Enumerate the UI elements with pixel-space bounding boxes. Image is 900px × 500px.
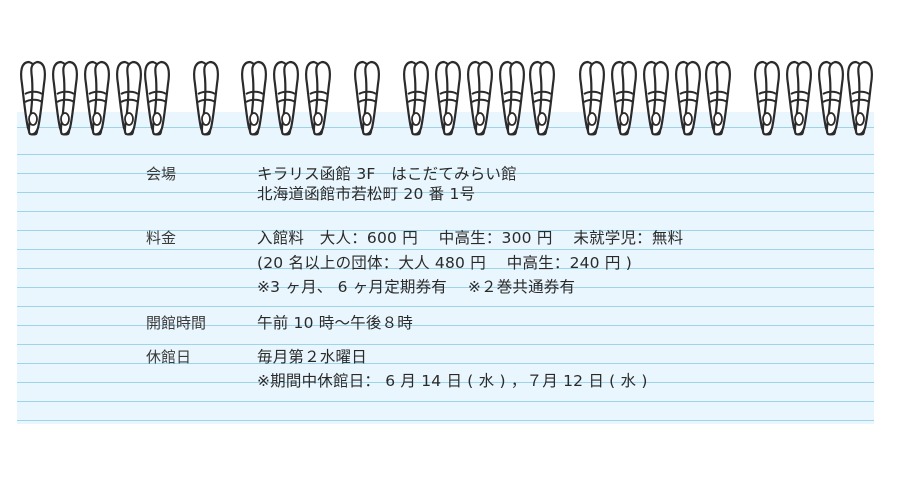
binding-ring bbox=[305, 60, 331, 136]
binding-ring bbox=[705, 60, 731, 136]
info-value: 午前 10 時〜午後８時 bbox=[257, 313, 413, 333]
venue-name: キラリス函館 3F はこだてみらい館 bbox=[257, 165, 517, 183]
binding-ring bbox=[529, 60, 555, 136]
binding-ring bbox=[84, 60, 110, 136]
binding-ring bbox=[611, 60, 637, 136]
info-value: キラリス函館 3F はこだてみらい館 北海道函館市若松町 20 番 1号 bbox=[257, 164, 517, 204]
closed-line: ※期間中休館日： 6 月 14 日 ( 水 ) ，７月 12 日 ( 水 ) bbox=[257, 372, 648, 390]
info-value: 毎月第２水曜日 ※期間中休館日： 6 月 14 日 ( 水 ) ，７月 12 日… bbox=[257, 347, 648, 391]
fee-line: ※3 ヶ月、 6 ヶ月定期券有 ※２巻共通券有 bbox=[257, 278, 576, 296]
binding-ring bbox=[52, 60, 78, 136]
binding-ring bbox=[579, 60, 605, 136]
closed-line: 毎月第２水曜日 bbox=[257, 348, 367, 366]
binding-ring bbox=[273, 60, 299, 136]
binding-ring bbox=[467, 60, 493, 136]
fee-line: (20 名以上の団体：大人 480 円 中高生：240 円 ) bbox=[257, 254, 632, 272]
hours-line: 午前 10 時〜午後８時 bbox=[257, 314, 413, 332]
binding-ring bbox=[116, 60, 142, 136]
info-label: 料金 bbox=[146, 229, 177, 247]
binding-ring bbox=[847, 60, 873, 136]
info-value: 入館料 大人：600 円 中高生：300 円 未就学児：無料 (20 名以上の団… bbox=[257, 228, 683, 297]
binding-ring bbox=[643, 60, 669, 136]
binding-ring bbox=[241, 60, 267, 136]
fee-line: 入館料 大人：600 円 中高生：300 円 未就学児：無料 bbox=[257, 229, 684, 247]
info-label: 会場 bbox=[146, 165, 177, 183]
binding-ring bbox=[818, 60, 844, 136]
binding-ring bbox=[20, 60, 46, 136]
binding-ring bbox=[403, 60, 429, 136]
binding-ring bbox=[354, 60, 380, 136]
info-label: 開館時間 bbox=[146, 314, 207, 332]
binding-ring bbox=[435, 60, 461, 136]
binding-ring bbox=[193, 60, 219, 136]
binding-ring bbox=[144, 60, 170, 136]
binding-ring bbox=[786, 60, 812, 136]
binding-ring bbox=[675, 60, 701, 136]
venue-address: 北海道函館市若松町 20 番 1号 bbox=[257, 185, 476, 203]
spiral-binding bbox=[20, 60, 873, 136]
binding-ring bbox=[499, 60, 525, 136]
binding-ring bbox=[754, 60, 780, 136]
info-label: 休館日 bbox=[146, 348, 192, 366]
